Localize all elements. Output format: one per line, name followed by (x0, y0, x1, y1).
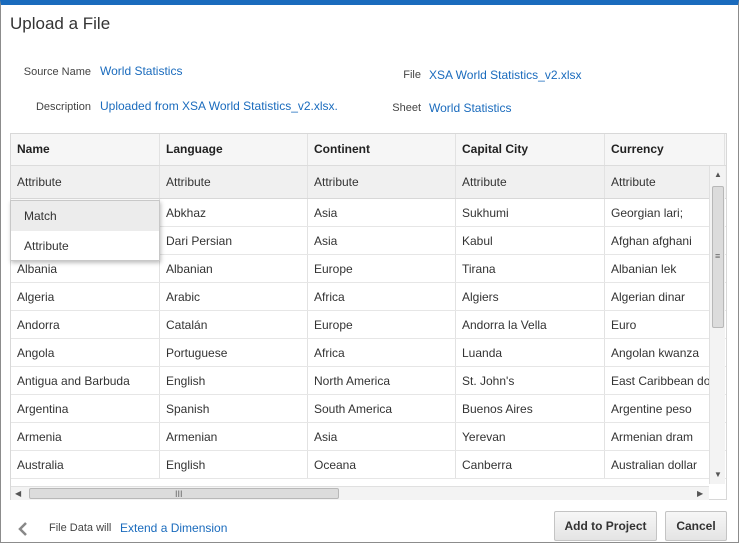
column-type-row-cell[interactable]: Attribute (160, 166, 308, 198)
table-row-cell: Asia (308, 199, 456, 226)
cancel-button[interactable]: Cancel (665, 511, 727, 541)
table-row-cell: Buenos Aires (456, 395, 605, 422)
table-row-cell: Afghan afghani (605, 227, 725, 254)
chevron-left-icon[interactable] (17, 521, 29, 537)
dialog-title: Upload a File (10, 14, 111, 33)
source-name-value[interactable]: World Statistics (100, 64, 182, 78)
menu-item-match[interactable]: Match (11, 201, 159, 231)
table-row-cell: South America (308, 395, 456, 422)
file-value[interactable]: XSA World Statistics_v2.xlsx (429, 68, 582, 82)
table-row-cell: Argentina (11, 395, 160, 422)
table-row-cell: Yerevan (456, 423, 605, 450)
table-row-cell: Armenia (11, 423, 160, 450)
table-row-cell: Argentine peso (605, 395, 725, 422)
column-header: Name Language Continent Capital City Currenc… (11, 134, 726, 166)
table-row-cell: Canberra (456, 451, 605, 478)
table-row[interactable]: Andorra Catalán Europe Andorra la Vella Euro (11, 311, 726, 339)
table-row-cell: St. John's (456, 367, 605, 394)
table-row[interactable]: Armenia Armenian Asia Yerevan Armenian dram (11, 423, 726, 451)
table-row-cell: Albanian (160, 255, 308, 282)
table-row-cell: Angola (11, 339, 160, 366)
scroll-down-icon[interactable]: ▼ (714, 470, 722, 480)
table-row-cell: Angolan kwanza (605, 339, 725, 366)
column-type-row-cell[interactable]: Attribute (11, 166, 160, 198)
table-row-cell: Europe (308, 255, 456, 282)
table-row-cell: Oceana (308, 451, 456, 478)
table-row-cell: Africa (308, 339, 456, 366)
add-to-project-button[interactable]: Add to Project (554, 511, 657, 541)
table-row-cell: Sukhumi (456, 199, 605, 226)
grip-icon: III (175, 489, 183, 499)
table-row-cell: Tirana (456, 255, 605, 282)
table-row-cell: Algiers (456, 283, 605, 310)
vertical-scrollbar[interactable]: ▲ ≡ ▼ (709, 166, 725, 484)
column-header-cell: Continent (308, 134, 456, 165)
column-type-row-cell[interactable]: Attribute (308, 166, 456, 198)
description-label: Description (35, 101, 91, 113)
menu-item-attribute[interactable]: Attribute (11, 231, 159, 261)
column-header-cell: Language (160, 134, 308, 165)
column-type-row-cell[interactable]: Attribute (456, 166, 605, 198)
table-row-cell: Antigua and Barbuda (11, 367, 160, 394)
table-row-cell: Asia (308, 227, 456, 254)
table-row-cell: English (160, 367, 308, 394)
column-header-cell: Name (11, 134, 160, 165)
table-row-cell: Kabul (456, 227, 605, 254)
description-value[interactable]: Uploaded from XSA World Statistics_v2.xl… (100, 99, 338, 113)
extend-dimension-link[interactable]: Extend a Dimension (120, 521, 227, 535)
horizontal-scrollbar[interactable]: ◀ III ▶ (11, 486, 709, 500)
table-row-cell: Australia (11, 451, 160, 478)
table-row-cell: Europe (308, 311, 456, 338)
scroll-right-icon[interactable]: ▶ (697, 489, 703, 499)
column-type-menu: Match Attribute (10, 200, 160, 261)
table-row-cell: North America (308, 367, 456, 394)
scroll-up-icon[interactable]: ▲ (714, 170, 722, 180)
table-row[interactable]: Australia English Oceana Canberra Australian… (11, 451, 726, 479)
sheet-value[interactable]: World Statistics (429, 101, 511, 115)
table-row-cell: Armenian dram (605, 423, 725, 450)
table-row-cell: Portuguese (160, 339, 308, 366)
upload-file-dialog: Upload a File Source Name World Statisti… (0, 0, 739, 543)
vertical-scroll-thumb[interactable]: ≡ (712, 186, 724, 328)
table-row[interactable]: Angola Portuguese Africa Luanda Angolan kwan… (11, 339, 726, 367)
table-row-cell: Andorra (11, 311, 160, 338)
table-row-cell: Abkhaz (160, 199, 308, 226)
table-row-cell: Australian dollar (605, 451, 725, 478)
table-row-cell: Africa (308, 283, 456, 310)
column-header-cell: Currency (605, 134, 725, 165)
table-row-cell: Catalán (160, 311, 308, 338)
scroll-left-icon[interactable]: ◀ (15, 489, 21, 499)
table-row-cell: Armenian (160, 423, 308, 450)
file-label: File (403, 69, 421, 81)
column-type-row-cell[interactable]: Attribute (605, 166, 725, 198)
table-row-cell: Albanian lek (605, 255, 725, 282)
column-type-row: Attribute Attribute Attribute Attribute Attr… (11, 166, 726, 199)
table-row-cell: Spanish (160, 395, 308, 422)
table-row[interactable]: Antigua and Barbuda English North America S… (11, 367, 726, 395)
table-row[interactable]: Argentina Spanish South America Buenos Aire… (11, 395, 726, 423)
table-row-cell: Arabic (160, 283, 308, 310)
table-row-cell: Andorra la Vella (456, 311, 605, 338)
table-row-cell: Algeria (11, 283, 160, 310)
horizontal-scroll-thumb[interactable]: III (29, 488, 339, 499)
source-name-label: Source Name (23, 66, 91, 78)
table-row-cell: Dari Persian (160, 227, 308, 254)
table-row-cell: Euro (605, 311, 725, 338)
table-row-cell: Luanda (456, 339, 605, 366)
grip-icon: ≡ (715, 251, 721, 261)
file-data-will-label: File Data will (49, 522, 112, 534)
sheet-label: Sheet (392, 102, 421, 114)
table-row-cell: Asia (308, 423, 456, 450)
table-row-cell: Algerian dinar (605, 283, 725, 310)
data-preview-grid: Name Language Continent Capital City Currenc… (10, 133, 727, 500)
table-row-cell: English (160, 451, 308, 478)
table-row-cell: East Caribbean do (605, 367, 725, 394)
table-row-cell: Georgian lari; (605, 199, 725, 226)
column-header-cell: Capital City (456, 134, 605, 165)
table-row[interactable]: Algeria Arabic Africa Algiers Algerian dinar (11, 283, 726, 311)
